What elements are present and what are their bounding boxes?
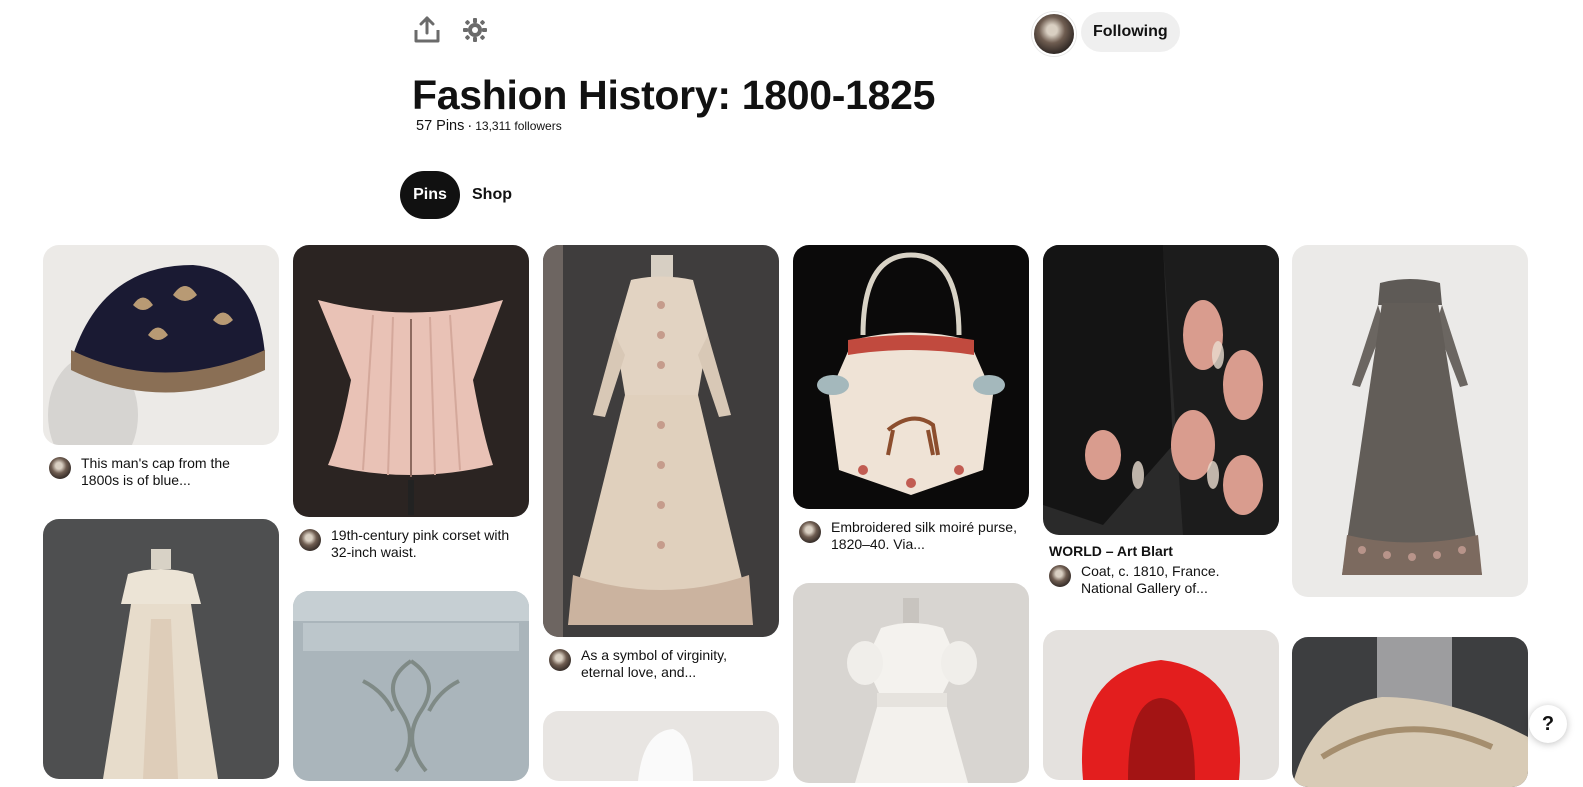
pinner-avatar[interactable] — [299, 529, 321, 551]
pin-description-text[interactable]: As a symbol of virginity, eternal love, … — [581, 647, 771, 681]
pin-description: Coat, c. 1810, France. National Gallery … — [1043, 563, 1279, 597]
pin-card-mens-cap[interactable]: This man's cap from the 1800s is of blue… — [43, 245, 279, 489]
board-stats: 57 Pins · 13,311 followers — [416, 118, 562, 134]
pin-description: This man's cap from the 1800s is of blue… — [43, 455, 279, 489]
pin-card-grey-gown[interactable] — [1292, 245, 1528, 597]
followers-count[interactable]: 13,311 followers — [475, 119, 562, 133]
pin-image[interactable] — [1043, 630, 1279, 780]
gear-icon — [462, 17, 488, 48]
pin-image[interactable] — [793, 245, 1029, 509]
pin-description-text[interactable]: Embroidered silk moiré purse, 1820–40. V… — [831, 519, 1021, 553]
pinner-avatar[interactable] — [799, 521, 821, 543]
pin-card-silk-purse[interactable]: Embroidered silk moiré purse, 1820–40. V… — [793, 245, 1029, 553]
pin-image[interactable] — [293, 245, 529, 517]
pin-card-pink-corset[interactable]: 19th-century pink corset with 32-inch wa… — [293, 245, 529, 561]
pin-card-embroidered-dress[interactable] — [293, 591, 529, 781]
board-owner-avatar[interactable] — [1032, 12, 1076, 56]
tab-shop[interactable]: Shop — [472, 171, 512, 219]
pin-description-text[interactable]: Coat, c. 1810, France. National Gallery … — [1081, 563, 1271, 597]
pin-image[interactable] — [543, 245, 779, 637]
pin-card-embroidered-coat[interactable]: WORLD – Art Blart Coat, c. 1810, France.… — [1043, 245, 1279, 597]
pin-description-text[interactable]: This man's cap from the 1800s is of blue… — [81, 455, 271, 489]
settings-button[interactable] — [459, 16, 491, 48]
pin-description: Embroidered silk moiré purse, 1820–40. V… — [793, 519, 1029, 553]
share-button[interactable] — [411, 16, 443, 48]
pin-image[interactable] — [293, 591, 529, 781]
pin-image[interactable] — [1292, 245, 1528, 597]
share-upload-icon — [414, 16, 440, 49]
help-button[interactable]: ? — [1529, 705, 1567, 743]
pin-card-red-cloak[interactable] — [1043, 630, 1279, 780]
pin-description-text[interactable]: 19th-century pink corset with 32-inch wa… — [331, 527, 521, 561]
pinner-avatar[interactable] — [49, 457, 71, 479]
pin-source-title[interactable]: WORLD – Art Blart — [1049, 543, 1279, 559]
pin-card-wedding-dress[interactable]: As a symbol of virginity, eternal love, … — [543, 245, 779, 681]
pinner-avatar[interactable] — [1049, 565, 1071, 587]
pin-image[interactable] — [43, 245, 279, 445]
pin-image[interactable] — [543, 711, 779, 781]
tab-pins[interactable]: Pins — [400, 171, 460, 219]
separator-dot: · — [467, 118, 473, 134]
following-button[interactable]: Following — [1081, 12, 1180, 52]
pinner-avatar[interactable] — [549, 649, 571, 671]
pin-description: 19th-century pink corset with 32-inch wa… — [293, 527, 529, 561]
page-title: Fashion History: 1800-1825 — [412, 72, 936, 118]
pin-card-white-puff-dress[interactable] — [793, 583, 1029, 783]
pin-description: As a symbol of virginity, eternal love, … — [543, 647, 779, 681]
pin-image[interactable] — [793, 583, 1029, 783]
pin-card-white-gown[interactable] — [43, 519, 279, 779]
pins-count: 57 Pins — [416, 118, 465, 134]
pin-card-white-garment[interactable] — [543, 711, 779, 781]
pin-image[interactable] — [43, 519, 279, 779]
pin-image[interactable] — [1043, 245, 1279, 535]
